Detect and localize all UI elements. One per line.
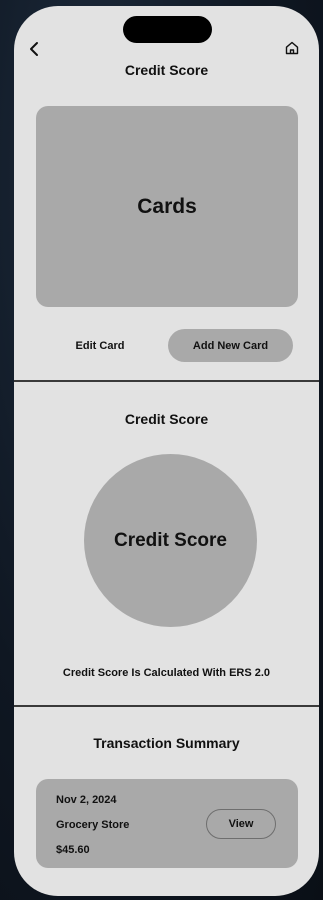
transaction-date: Nov 2, 2024 bbox=[56, 794, 117, 806]
home-icon bbox=[285, 41, 299, 55]
transaction-merchant: Grocery Store bbox=[56, 819, 130, 831]
add-new-card-button[interactable]: Add New Card bbox=[168, 329, 293, 362]
section-divider bbox=[14, 705, 319, 707]
cards-placeholder[interactable]: Cards bbox=[36, 106, 298, 307]
phone-screen: Credit Score Cards Edit Card Add New Car… bbox=[14, 6, 319, 896]
credit-score-circle-label: Credit Score bbox=[114, 529, 227, 551]
edit-card-button[interactable]: Edit Card bbox=[60, 340, 140, 352]
credit-score-circle: Credit Score bbox=[84, 454, 257, 627]
chevron-left-icon bbox=[30, 42, 38, 56]
page-title: Credit Score bbox=[124, 62, 209, 78]
section-divider bbox=[14, 380, 319, 382]
transaction-card: Nov 2, 2024 Grocery Store $45.60 View bbox=[36, 779, 298, 868]
view-transaction-button[interactable]: View bbox=[206, 809, 276, 839]
dynamic-island bbox=[123, 16, 212, 43]
transaction-amount: $45.60 bbox=[56, 844, 90, 856]
credit-score-note: Credit Score Is Calculated With ERS 2.0 bbox=[62, 667, 271, 679]
view-transaction-label: View bbox=[228, 818, 254, 830]
add-new-card-label: Add New Card bbox=[192, 339, 269, 352]
transaction-summary-title: Transaction Summary bbox=[93, 735, 240, 751]
back-button[interactable] bbox=[24, 39, 44, 59]
cards-placeholder-label: Cards bbox=[137, 194, 197, 218]
home-button[interactable] bbox=[282, 38, 302, 58]
credit-score-section-title: Credit Score bbox=[124, 411, 209, 427]
